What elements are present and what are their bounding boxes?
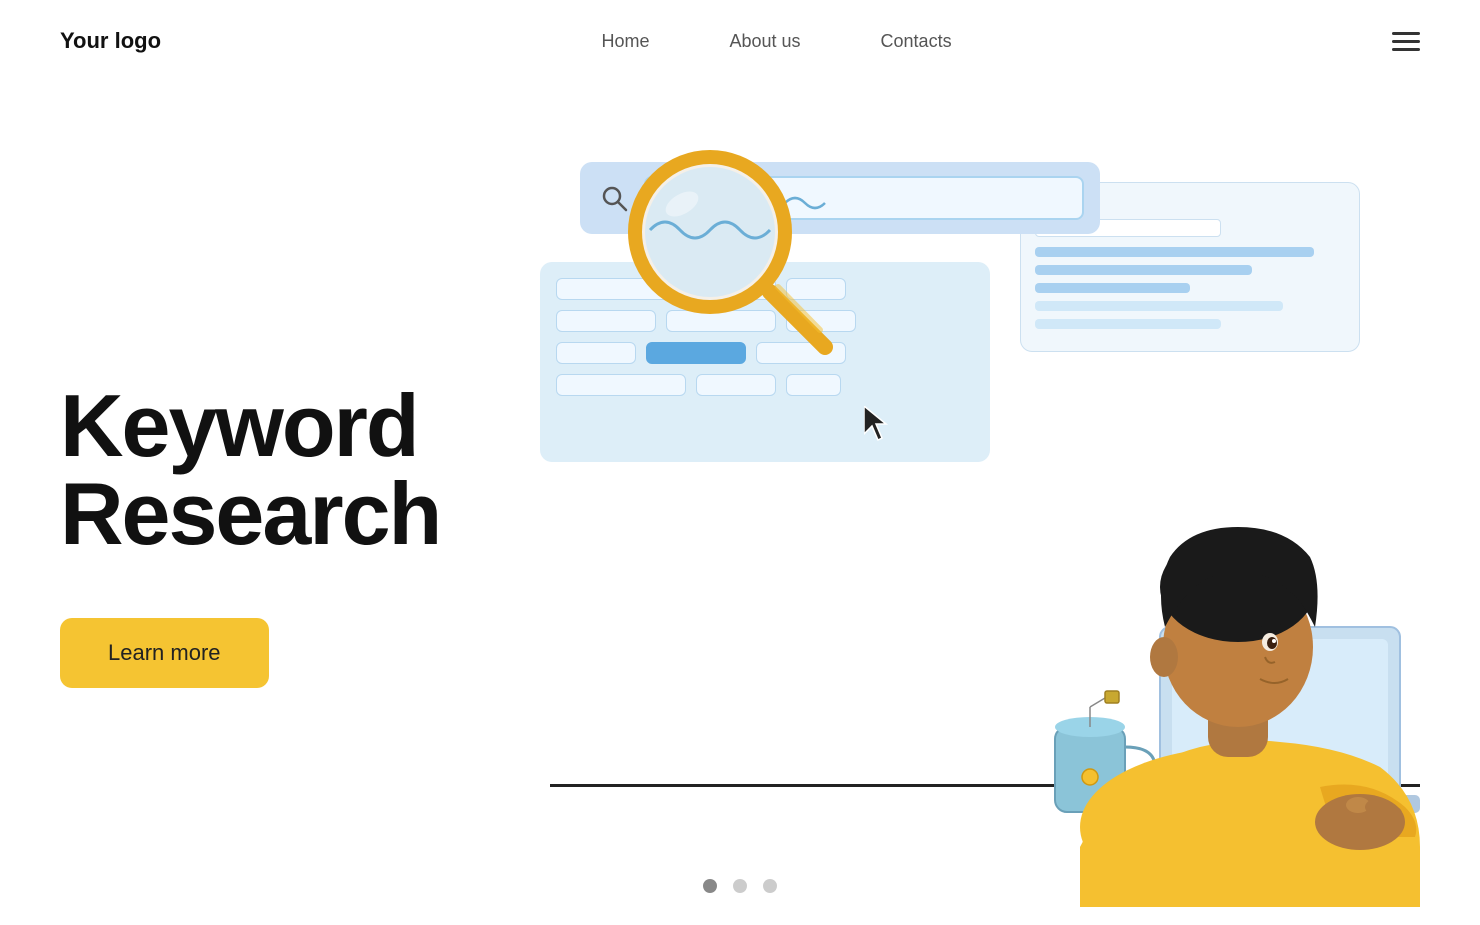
pill-4-3 — [786, 374, 841, 396]
nav: Home About us Contacts — [601, 31, 951, 52]
hamburger-line-3 — [1392, 48, 1420, 51]
hamburger-line-1 — [1392, 32, 1420, 35]
hamburger-line-2 — [1392, 40, 1420, 43]
browser-line-3 — [1035, 283, 1190, 293]
pagination-dot-1[interactable] — [703, 879, 717, 893]
hero-illustration — [520, 122, 1420, 907]
pagination-dot-2[interactable] — [733, 879, 747, 893]
pagination — [703, 879, 777, 893]
hero-title: Keyword Research — [60, 382, 520, 558]
person-svg — [860, 347, 1420, 907]
nav-contacts[interactable]: Contacts — [881, 31, 952, 52]
hero-text-block: Keyword Research Learn more — [60, 342, 520, 688]
pagination-dot-3[interactable] — [763, 879, 777, 893]
learn-more-button[interactable]: Learn more — [60, 618, 269, 688]
hamburger-menu[interactable] — [1392, 32, 1420, 51]
pill-4-2 — [696, 374, 776, 396]
browser-line-1 — [1035, 247, 1314, 257]
magnifier-svg — [620, 142, 840, 362]
browser-line-2 — [1035, 265, 1252, 275]
header: Your logo Home About us Contacts — [0, 0, 1480, 82]
pill-4-1 — [556, 374, 686, 396]
main-content: Keyword Research Learn more — [0, 82, 1480, 907]
browser-line-4 — [1035, 301, 1283, 311]
logo: Your logo — [60, 28, 161, 54]
browser-line-5 — [1035, 319, 1221, 329]
person-illustration — [860, 347, 1420, 907]
nav-about[interactable]: About us — [729, 31, 800, 52]
magnifier-illustration — [620, 142, 840, 362]
nav-home[interactable]: Home — [601, 31, 649, 52]
